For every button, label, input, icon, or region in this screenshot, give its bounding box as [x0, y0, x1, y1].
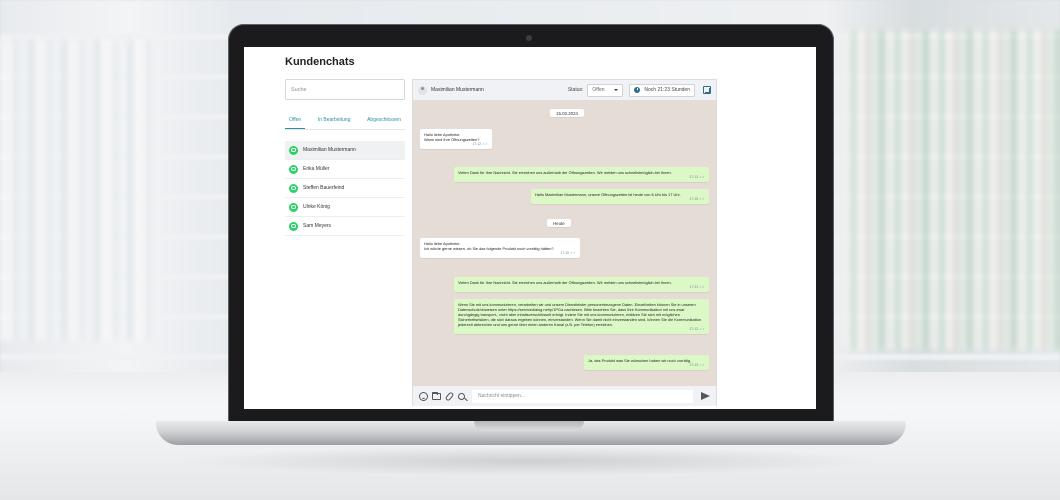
send-icon[interactable]	[701, 392, 710, 400]
whatsapp-icon	[289, 164, 298, 174]
clock-icon	[634, 87, 641, 93]
message-incoming: Hallo liebe Apotheke. Wann sind Ihre Öff…	[420, 129, 492, 150]
chat-header: Maximilian Mustermann Status: Offen Noch…	[413, 80, 716, 100]
status-value: Offen	[592, 87, 605, 93]
message-time: 17:10✓✓	[560, 251, 576, 256]
chevron-down-icon	[614, 89, 619, 91]
date-chip: 15.03.2024	[550, 109, 584, 117]
message-time: 17:13✓✓	[689, 363, 705, 367]
contact-name: Maximilian Mustermann	[303, 147, 356, 153]
folder-icon[interactable]	[432, 391, 441, 400]
contact-name: Ulrike König	[303, 204, 330, 210]
message-time: 17:12✓✓	[472, 142, 488, 147]
search-icon[interactable]	[458, 392, 465, 400]
status-label: Status:	[567, 87, 584, 93]
contact-list: Maximilian Mustermann Erika Müller Steff…	[285, 141, 405, 236]
message-text: Hallo liebe Apotheke. Ich würde gerne wi…	[424, 241, 554, 252]
double-check-icon: ✓✓	[699, 197, 705, 201]
message-outgoing: Vielen Dank für Ihre Nachricht. Sie erre…	[454, 167, 709, 183]
shelf-products-right	[840, 30, 1060, 350]
message-incoming: Hallo liebe Apotheke. Ich würde gerne wi…	[420, 238, 580, 259]
laptop-notch	[474, 421, 584, 431]
message-time: 17:15✓✓	[689, 197, 705, 201]
message-time: 17:11✓✓	[689, 285, 705, 289]
whatsapp-icon	[289, 145, 298, 155]
contact-item[interactable]: Maximilian Mustermann	[285, 141, 405, 160]
laptop-reflection	[180, 446, 880, 476]
contact-item[interactable]: Sam Meyers	[285, 217, 405, 236]
double-check-icon: ✓✓	[699, 285, 705, 289]
archive-chat-icon[interactable]	[703, 86, 711, 94]
message-input[interactable]	[472, 389, 693, 403]
double-check-icon: ✓✓	[699, 363, 705, 367]
message-text: Hallo liebe Apotheke. Wann sind Ihre Öff…	[424, 132, 480, 143]
avatar	[418, 85, 427, 95]
contact-item[interactable]: Steffen Bauerfeind	[285, 179, 405, 198]
whatsapp-icon	[289, 221, 298, 231]
shelf-products-left	[0, 40, 150, 340]
contact-name: Sam Meyers	[303, 223, 332, 229]
status-tabs: Offen In Bearbeitung Abgeschlossen	[285, 114, 405, 130]
search-input[interactable]	[285, 79, 405, 100]
message-text: Vielen Dank für Ihre Nachricht. Sie erre…	[458, 170, 672, 175]
app-screen: Kundenchats Offen In Bearbeitung Abgesch…	[244, 47, 816, 409]
chat-panel: Maximilian Mustermann Status: Offen Noch…	[412, 79, 717, 406]
whatsapp-icon	[289, 202, 298, 212]
contact-item[interactable]: Erika Müller	[285, 160, 405, 179]
camera-icon	[526, 35, 532, 41]
contact-name: Steffen Bauerfeind	[303, 185, 345, 191]
message-time: 17:13✓✓	[689, 175, 705, 179]
tab-abgeschlossen[interactable]: Abgeschlossen	[363, 114, 405, 129]
contact-item[interactable]: Ulrike König	[285, 198, 405, 217]
message-text: Vielen Dank für Ihre Nachricht. Sie erre…	[458, 280, 672, 285]
message-text: Ja, das Produkt was Sie wünschen haben w…	[588, 358, 691, 363]
message-outgoing: Ja, das Produkt was Sie wünschen haben w…	[584, 355, 709, 371]
paperclip-icon[interactable]	[444, 390, 455, 402]
message-outgoing: Wenn Sie mit uns kommunizieren, verarbei…	[454, 299, 709, 335]
double-check-icon: ✓✓	[699, 175, 705, 179]
message-time: 17:12✓✓	[689, 327, 705, 332]
message-composer	[413, 386, 716, 406]
double-check-icon: ✓✓	[570, 251, 576, 256]
message-outgoing: Vielen Dank für Ihre Nachricht. Sie erre…	[454, 277, 709, 293]
message-outgoing: Hallo Maximilian Mustermann, unsere Öffn…	[531, 189, 709, 205]
date-chip: Heute	[547, 219, 571, 227]
double-check-icon: ✓✓	[699, 327, 705, 332]
emoji-icon[interactable]	[419, 391, 428, 401]
status-dropdown[interactable]: Offen	[587, 83, 624, 97]
response-timer: Noch 21:23 Stunden	[629, 83, 695, 97]
tab-in-bearbeitung[interactable]: In Bearbeitung	[314, 114, 355, 129]
timer-text: Noch 21:23 Stunden	[644, 87, 690, 93]
double-check-icon: ✓✓	[482, 142, 488, 147]
message-text: Wenn Sie mit uns kommunizieren, verarbei…	[458, 302, 702, 328]
contact-name: Erika Müller	[303, 166, 330, 172]
tab-offen[interactable]: Offen	[285, 114, 306, 129]
whatsapp-icon	[289, 183, 298, 193]
message-text: Hallo Maximilian Mustermann, unsere Öffn…	[535, 192, 681, 197]
page-title: Kundenchats	[285, 56, 355, 68]
chat-contact-name: Maximilian Mustermann	[431, 87, 484, 93]
